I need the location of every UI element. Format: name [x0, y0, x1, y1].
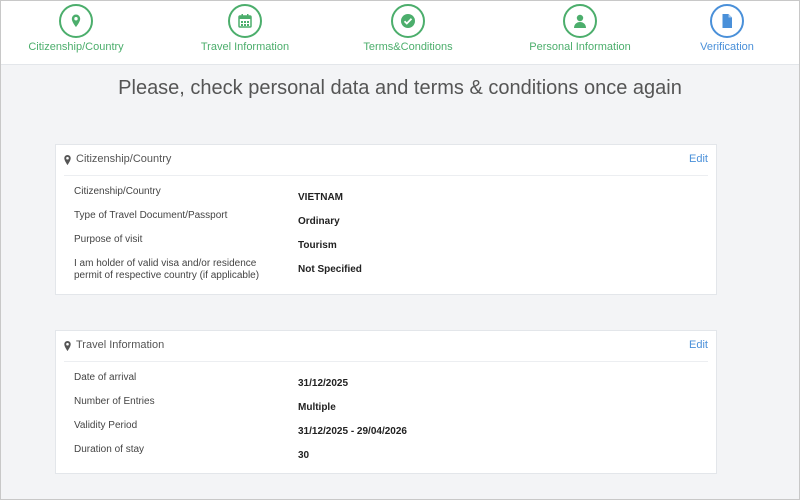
card-title: Travel Information	[76, 339, 165, 351]
summary-row: Date of arrival 31/12/2025	[56, 370, 716, 394]
field-value: 31/12/2025 - 29/04/2026	[298, 426, 407, 437]
travel-summary-card: Travel Information Edit Date of arrival …	[55, 330, 717, 474]
summary-row: I am holder of valid visa and/or residen…	[56, 256, 716, 286]
step-label: Travel Information	[200, 41, 290, 53]
field-label: Validity Period	[74, 420, 138, 431]
field-label: Date of arrival	[74, 372, 137, 383]
step-travel-information[interactable]: Travel Information	[165, 4, 325, 53]
summary-row: Purpose of visit Tourism	[56, 232, 716, 256]
step-verification[interactable]: Verification	[647, 4, 800, 53]
field-value: Tourism	[298, 240, 337, 251]
field-label: Citizenship/Country	[74, 186, 161, 197]
map-pin-icon	[59, 4, 93, 38]
map-pin-icon	[64, 155, 71, 165]
step-label: Terms&Conditions	[363, 41, 453, 53]
calendar-icon	[228, 4, 262, 38]
summary-row: Number of Entries Multiple	[56, 394, 716, 418]
summary-row: Type of Travel Document/Passport Ordinar…	[56, 208, 716, 232]
summary-row: Duration of stay 30	[56, 442, 716, 466]
progress-stepper: Citizenship/Country Travel Information T…	[1, 1, 799, 65]
step-terms-conditions[interactable]: Terms&Conditions	[328, 4, 488, 53]
step-citizenship-country[interactable]: Citizenship/Country	[0, 4, 156, 53]
user-icon	[563, 4, 597, 38]
field-label: Type of Travel Document/Passport	[74, 210, 228, 221]
field-value: Not Specified	[298, 264, 362, 275]
summary-row: Validity Period 31/12/2025 - 29/04/2026	[56, 418, 716, 442]
step-personal-information[interactable]: Personal Information	[500, 4, 660, 53]
field-value: 30	[298, 450, 310, 461]
field-label: Number of Entries	[74, 396, 155, 407]
card-header: Travel Information Edit	[64, 331, 708, 362]
edit-link[interactable]: Edit	[689, 339, 708, 351]
edit-link[interactable]: Edit	[689, 153, 708, 165]
document-icon	[710, 4, 744, 38]
field-label: Purpose of visit	[74, 234, 143, 245]
page-title: Please, check personal data and terms & …	[118, 77, 682, 99]
field-label: Duration of stay	[74, 444, 145, 455]
step-label: Verification	[700, 41, 754, 53]
field-value: Multiple	[298, 402, 336, 413]
check-icon	[391, 4, 425, 38]
summary-row: Citizenship/Country VIETNAM	[56, 184, 716, 208]
citizenship-summary-card: Citizenship/Country Edit Citizenship/Cou…	[55, 144, 717, 295]
card-title: Citizenship/Country	[76, 153, 172, 165]
field-label: I am holder of valid visa and/or residen…	[74, 258, 260, 281]
field-value: Ordinary	[298, 216, 340, 227]
step-label: Citizenship/Country	[28, 41, 124, 53]
field-value: 31/12/2025	[298, 378, 349, 389]
field-value: VIETNAM	[298, 192, 343, 203]
card-header: Citizenship/Country Edit	[64, 145, 708, 176]
step-label: Personal Information	[529, 41, 631, 53]
map-pin-icon	[64, 341, 71, 351]
